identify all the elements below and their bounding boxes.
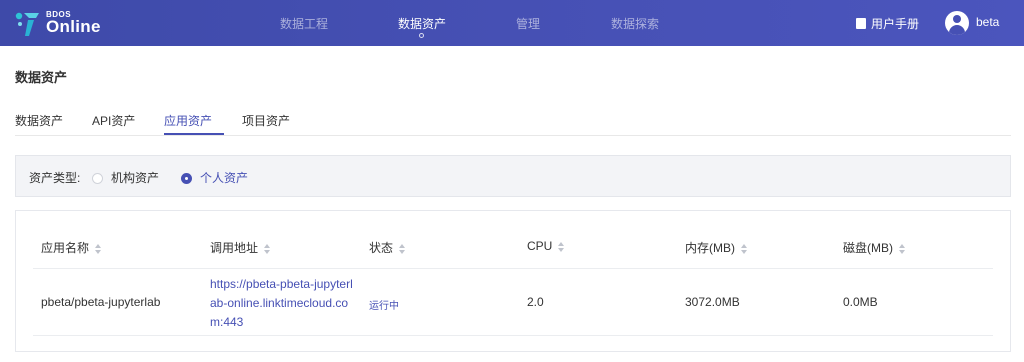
app-assets-table: 应用名称 调用地址 状态 CPU 内存(MB) 磁盘(MB) pbeta/pbe…: [15, 210, 1011, 352]
radio-org-assets[interactable]: 机构资产: [92, 169, 159, 186]
column-header-memory[interactable]: 内存(MB): [685, 239, 748, 256]
avatar[interactable]: [945, 11, 969, 35]
radio-checked-icon: [181, 173, 192, 184]
sort-icon[interactable]: [899, 244, 906, 254]
cell-url-link[interactable]: https://pbeta-pbeta-jupyterlab-online.li…: [210, 275, 356, 332]
sort-icon[interactable]: [264, 244, 271, 254]
top-navbar: BDOS Online 数据工程 数据资产 管理 数据探索 用户手册 beta: [0, 0, 1024, 46]
column-header-disk[interactable]: 磁盘(MB): [843, 239, 906, 256]
nav-data-exploration[interactable]: 数据探索: [611, 15, 659, 32]
cell-memory: 3072.0MB: [685, 295, 740, 309]
cell-disk: 0.0MB: [843, 295, 878, 309]
column-header-status[interactable]: 状态: [369, 239, 406, 256]
nav-data-assets[interactable]: 数据资产: [398, 15, 446, 32]
username[interactable]: beta: [976, 15, 999, 29]
asset-tabs: 数据资产 API资产 应用资产 项目资产: [15, 104, 1011, 136]
asset-type-filter: 资产类型: 机构资产 个人资产: [15, 155, 1011, 197]
column-header-cpu[interactable]: CPU: [527, 239, 565, 253]
header-divider: [33, 268, 993, 269]
book-icon: [856, 18, 866, 29]
logo-mark-icon: [15, 12, 39, 36]
active-nav-indicator: [419, 33, 424, 38]
cell-cpu: 2.0: [527, 295, 544, 309]
tab-app-assets[interactable]: 应用资产: [164, 112, 212, 129]
sort-icon[interactable]: [558, 242, 565, 252]
status-badge: 运行中: [369, 301, 399, 312]
user-manual-link[interactable]: 用户手册: [856, 15, 919, 32]
sort-icon[interactable]: [95, 244, 102, 254]
radio-org-assets-label: 机构资产: [111, 171, 160, 185]
column-header-app-name[interactable]: 应用名称: [41, 239, 102, 256]
radio-personal-assets-label: 个人资产: [200, 171, 249, 185]
user-manual-label: 用户手册: [871, 17, 920, 31]
user-icon: [953, 15, 961, 23]
column-header-url[interactable]: 调用地址: [210, 239, 271, 256]
page-title: 数据资产: [15, 70, 68, 85]
brand-name: Online: [46, 17, 101, 36]
radio-personal-assets[interactable]: 个人资产: [181, 169, 248, 186]
radio-unchecked-icon: [92, 173, 103, 184]
row-divider: [33, 335, 993, 336]
sort-icon[interactable]: [399, 244, 406, 254]
brand-logo[interactable]: BDOS Online: [14, 8, 114, 40]
sort-icon[interactable]: [741, 244, 748, 254]
nav-data-engineering[interactable]: 数据工程: [280, 15, 328, 32]
nav-management[interactable]: 管理: [516, 15, 540, 32]
active-tab-underline: [164, 133, 224, 135]
tab-data-assets[interactable]: 数据资产: [15, 112, 63, 129]
tab-api-assets[interactable]: API资产: [92, 112, 135, 129]
asset-type-label: 资产类型:: [29, 171, 81, 185]
cell-app-name: pbeta/pbeta-jupyterlab: [41, 295, 161, 309]
tab-project-assets[interactable]: 项目资产: [242, 112, 290, 129]
